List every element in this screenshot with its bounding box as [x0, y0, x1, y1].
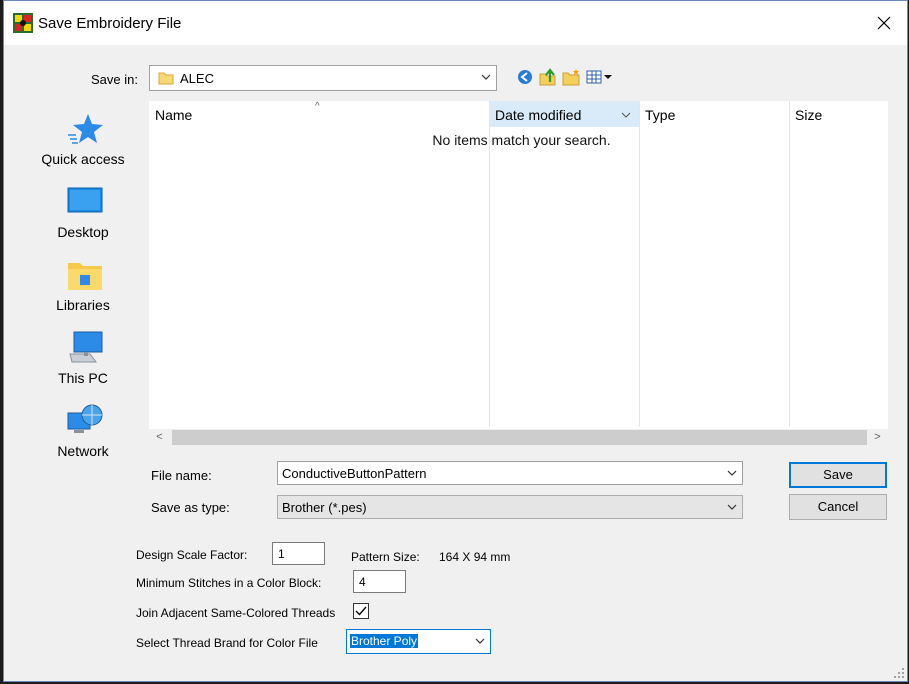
column-separator	[789, 101, 790, 427]
column-separator	[639, 101, 640, 427]
app-icon	[13, 13, 33, 33]
checkmark-icon	[355, 606, 367, 616]
empty-message: No items match your search.	[432, 132, 611, 148]
join-threads-checkbox[interactable]	[353, 603, 369, 619]
back-icon[interactable]	[515, 67, 535, 87]
join-threads-label: Join Adjacent Same-Colored Threads	[136, 606, 336, 620]
save-button[interactable]: Save	[789, 462, 887, 488]
chevron-down-icon	[727, 504, 737, 510]
pattern-size-value: 164 X 94 mm	[439, 550, 511, 564]
resize-grip-icon[interactable]	[893, 667, 905, 679]
close-button[interactable]	[861, 1, 907, 45]
folder-icon	[158, 72, 174, 85]
up-folder-icon[interactable]	[538, 67, 558, 87]
place-label: Network	[57, 443, 109, 459]
save-in-dropdown[interactable]: ALEC	[149, 65, 497, 91]
title-bar[interactable]: Save Embroidery File	[4, 1, 907, 45]
place-label: This PC	[58, 370, 108, 386]
quick-access-star-icon	[68, 114, 103, 144]
place-label: Libraries	[56, 297, 110, 313]
place-label: Quick access	[41, 151, 125, 167]
new-folder-icon[interactable]	[561, 67, 581, 87]
place-libraries[interactable]: Libraries	[24, 247, 142, 319]
chevron-down-icon	[475, 638, 485, 644]
place-desktop[interactable]: Desktop	[24, 174, 142, 246]
save-as-type-dropdown[interactable]: Brother (*.pes)	[277, 495, 743, 519]
save-in-label: Save in:	[91, 72, 138, 87]
place-network[interactable]: Network	[24, 393, 142, 465]
close-icon	[877, 16, 891, 30]
scrollbar-thumb[interactable]	[172, 430, 867, 445]
save-embroidery-dialog: Save Embroidery File Save in: ALEC Quick…	[3, 0, 908, 682]
file-name-input[interactable]: ConductiveButtonPattern	[277, 461, 743, 485]
column-header-name[interactable]: Name	[149, 101, 489, 129]
view-menu-icon[interactable]	[585, 67, 613, 87]
thread-brand-label: Select Thread Brand for Color File	[136, 636, 318, 650]
file-name-value: ConductiveButtonPattern	[282, 466, 427, 481]
place-quick-access[interactable]: Quick access	[24, 101, 142, 173]
desktop-icon	[67, 187, 103, 213]
network-icon	[67, 404, 103, 433]
thread-brand-dropdown[interactable]: Brother Poly	[346, 629, 491, 654]
chevron-down-icon	[481, 74, 491, 80]
place-this-pc[interactable]: This PC	[24, 320, 142, 392]
cancel-button[interactable]: Cancel	[789, 494, 887, 520]
scroll-right-icon[interactable]: >	[869, 430, 886, 445]
column-separator	[489, 101, 490, 427]
thread-brand-value: Brother Poly	[350, 634, 419, 648]
horizontal-scrollbar[interactable]: < >	[149, 429, 888, 446]
column-header-date-modified[interactable]: Date modified	[489, 101, 639, 129]
column-header-type[interactable]: Type	[639, 101, 789, 129]
places-bar: Quick access Desktop Libraries This PC N…	[24, 101, 142, 517]
save-in-value: ALEC	[180, 71, 214, 86]
file-name-label: File name:	[151, 468, 212, 483]
min-stitches-value: 4	[359, 575, 366, 589]
design-scale-label: Design Scale Factor:	[136, 548, 248, 562]
scroll-left-icon[interactable]: <	[151, 430, 168, 445]
design-scale-value: 1	[278, 547, 285, 561]
file-list[interactable]: ^ Name Date modified Type Size No items …	[149, 101, 888, 446]
column-header-size[interactable]: Size	[789, 101, 888, 129]
pattern-size-label: Pattern Size:	[351, 550, 420, 564]
save-as-type-label: Save as type:	[151, 500, 230, 515]
window-title: Save Embroidery File	[38, 15, 182, 32]
libraries-icon	[68, 263, 102, 290]
chevron-down-icon[interactable]	[726, 467, 738, 479]
min-stitches-label: Minimum Stitches in a Color Block:	[136, 576, 322, 590]
chevron-down-icon[interactable]	[621, 110, 631, 120]
this-pc-icon	[69, 331, 103, 363]
design-scale-input[interactable]: 1	[272, 542, 325, 565]
place-label: Desktop	[57, 224, 109, 240]
min-stitches-input[interactable]: 4	[353, 570, 406, 593]
save-as-type-value: Brother (*.pes)	[282, 500, 367, 515]
